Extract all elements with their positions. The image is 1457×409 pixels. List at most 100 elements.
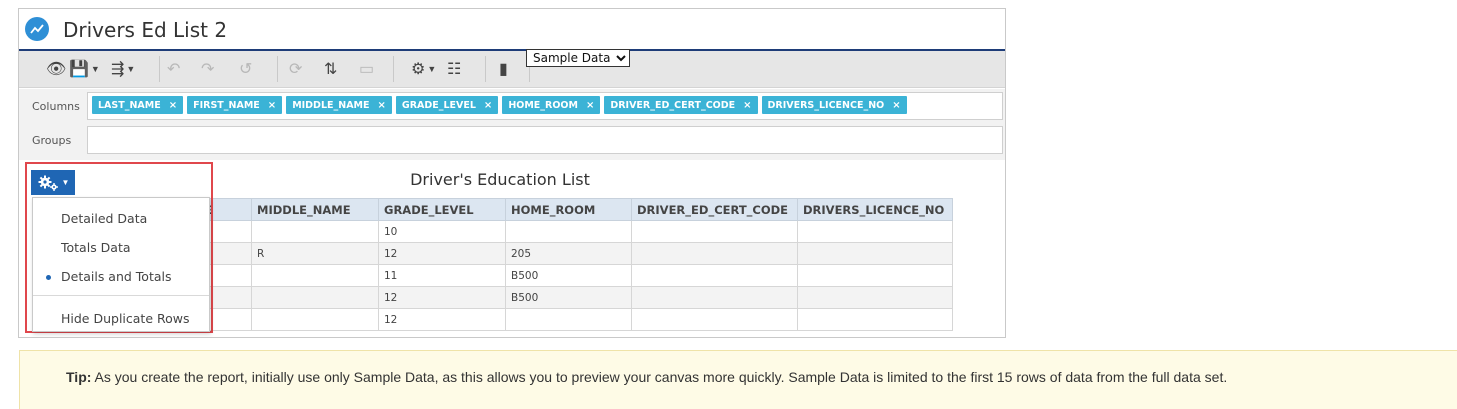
column-chip-label: MIDDLE_NAME (292, 99, 370, 111)
toolbar-divider (277, 56, 278, 82)
columns-label: Columns (32, 100, 80, 113)
menu-item-detailed-data[interactable]: Detailed Data (33, 207, 209, 231)
table-cell (797, 242, 953, 265)
table-cell (797, 286, 953, 309)
table-row: R 12 205 (168, 242, 953, 265)
grid-options-button[interactable]: ▼ (31, 170, 75, 195)
table-cell (797, 308, 953, 331)
table-cell: 12 (378, 242, 506, 265)
table-cell (797, 264, 953, 287)
settings-icon: ⚙ (411, 61, 426, 78)
table-cell: 12 (378, 308, 506, 331)
data-source-select[interactable]: Sample Data (526, 49, 630, 67)
toolbar-divider (159, 56, 160, 82)
toolbar-divider (485, 56, 486, 82)
column-chip-label: DRIVER_ED_CERT_CODE (610, 99, 736, 111)
export-button[interactable]: ⇶ ▼ (111, 58, 135, 80)
preview-button[interactable]: 👁 (46, 58, 66, 80)
refresh-icon: ⟳ (289, 61, 303, 78)
table-cell (251, 286, 379, 309)
groups-row: Groups (19, 122, 1005, 160)
remove-chip-icon[interactable]: × (484, 100, 492, 111)
column-chip[interactable]: GRADE_LEVEL × (395, 96, 499, 114)
page-title: Drivers Ed List 2 (63, 18, 228, 42)
table-row: 12 B500 (168, 286, 953, 309)
column-chip[interactable]: LAST_NAME × (92, 96, 184, 114)
chart-button[interactable]: ▮ (499, 58, 508, 80)
undo-button[interactable]: ↶ (167, 58, 180, 80)
column-header[interactable]: HOME_ROOM (505, 198, 632, 221)
chevron-down-icon: ▼ (126, 64, 136, 74)
table-cell (505, 308, 632, 331)
gears-icon (38, 175, 58, 191)
column-chip[interactable]: DRIVER_ED_CERT_CODE × (604, 96, 758, 114)
menu-item-label: Details and Totals (61, 269, 172, 284)
column-header[interactable]: DRIVERS_LICENCE_NO (797, 198, 953, 221)
column-chip-label: HOME_ROOM (508, 99, 578, 111)
redo-icon: ↷ (201, 61, 215, 78)
tip-box: Tip: As you create the report, initially… (19, 350, 1457, 409)
menu-item-totals-data[interactable]: Totals Data (33, 236, 209, 260)
layout-button[interactable]: ▭ (359, 58, 374, 80)
menu-item-label: Hide Duplicate Rows (61, 311, 190, 326)
column-chip[interactable]: MIDDLE_NAME × (286, 96, 392, 114)
table-cell: B500 (505, 286, 632, 309)
column-chip-label: GRADE_LEVEL (401, 99, 476, 111)
column-chip-label: FIRST_NAME (193, 99, 260, 111)
table-row: 10 (168, 220, 953, 243)
chart-icon: ▮ (499, 61, 508, 78)
save-icon: 💾 (69, 61, 89, 78)
report-chart-icon (25, 17, 49, 41)
remove-chip-icon[interactable]: × (268, 100, 276, 111)
chevron-down-icon: ▼ (90, 64, 100, 74)
table-cell: 10 (378, 220, 506, 243)
revert-button[interactable]: ↺ (239, 58, 252, 80)
filter-button[interactable]: ☷ (447, 58, 461, 80)
table-cell: 205 (505, 242, 632, 265)
remove-chip-icon[interactable]: × (378, 100, 386, 111)
column-header[interactable]: MIDDLE_NAME (251, 198, 379, 221)
table-cell: R (251, 242, 379, 265)
remove-chip-icon[interactable]: × (586, 100, 594, 111)
menu-item-label: Totals Data (61, 240, 131, 255)
table-row: 11 B500 (168, 264, 953, 287)
column-chip[interactable]: FIRST_NAME × (187, 96, 283, 114)
groups-dropzone[interactable] (87, 126, 1003, 154)
filter-icon: ☷ (447, 61, 462, 78)
table-cell (251, 308, 379, 331)
refresh-button[interactable]: ⟳ (289, 58, 302, 80)
toolbar: 👁 💾 ▼ ⇶ ▼ ↶ ↷ ↺ ⟳ ⇅ ▭ ⚙ ▼ ☷ ▮ (19, 51, 1005, 88)
table-cell (797, 220, 953, 243)
revert-icon: ↺ (239, 61, 253, 78)
preview-icon: 👁 (46, 61, 67, 78)
layout-icon: ▭ (359, 61, 375, 78)
remove-chip-icon[interactable]: × (169, 100, 177, 111)
groups-label: Groups (32, 134, 72, 147)
export-icon: ⇶ (111, 61, 125, 78)
settings-button[interactable]: ⚙ ▼ (411, 58, 436, 80)
table-cell (251, 220, 379, 243)
column-chip[interactable]: DRIVERS_LICENCE_NO × (761, 96, 907, 114)
column-header[interactable]: GRADE_LEVEL (378, 198, 506, 221)
column-header[interactable]: DRIVER_ED_CERT_CODE (631, 198, 798, 221)
sort-button[interactable]: ⇅ (324, 58, 337, 80)
chevron-down-icon: ▼ (61, 178, 70, 187)
menu-item-details-and-totals[interactable]: Details and Totals (33, 265, 209, 289)
selected-bullet-icon (46, 275, 51, 280)
table-cell (251, 264, 379, 287)
table-cell (631, 308, 798, 331)
redo-button[interactable]: ↷ (201, 58, 214, 80)
menu-item-hide-duplicate-rows[interactable]: Hide Duplicate Rows (33, 307, 209, 331)
table-cell: 11 (378, 264, 506, 287)
columns-dropzone[interactable]: LAST_NAME × FIRST_NAME × MIDDLE_NAME × GRADE_L… (87, 92, 1003, 120)
report-title: Driver's Education List (410, 170, 590, 189)
table-cell: 12 (378, 286, 506, 309)
grid-options-menu: Detailed Data Totals Data Details and Tota… (32, 197, 210, 332)
remove-chip-icon[interactable]: × (892, 100, 900, 111)
menu-item-label: Detailed Data (61, 211, 148, 226)
table-cell (631, 242, 798, 265)
remove-chip-icon[interactable]: × (743, 100, 751, 111)
column-chip[interactable]: HOME_ROOM × (502, 96, 601, 114)
title-bar: Drivers Ed List 2 (19, 9, 1005, 51)
save-button[interactable]: 💾 ▼ (69, 58, 100, 80)
